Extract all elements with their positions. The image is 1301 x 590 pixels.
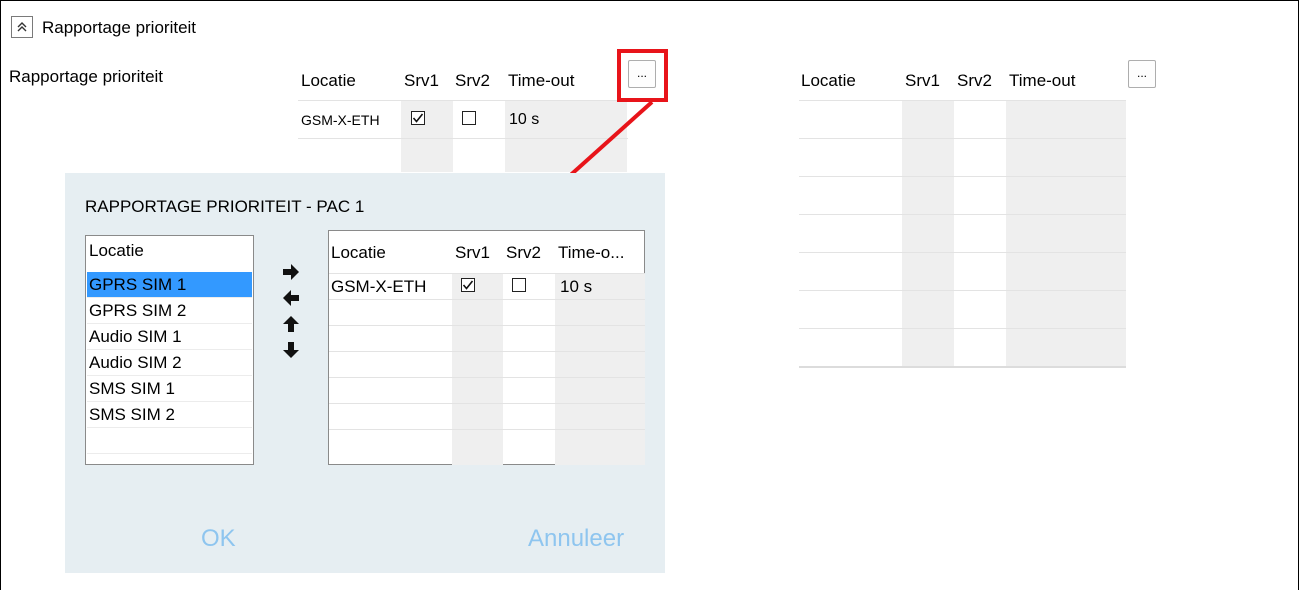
selected-grid-divider [329, 325, 645, 326]
right-table-divider [799, 100, 1126, 101]
selected-srv1-column [452, 273, 503, 465]
selected-row-location: GSM-X-ETH [331, 277, 427, 296]
selected-header-srv1: Srv1 [455, 243, 490, 262]
selected-timeout-column [555, 273, 645, 465]
arrow-up-icon[interactable] [282, 315, 300, 333]
selected-grid[interactable]: Locatie Srv1 Srv2 Time-o... GSM-X-ETH 10… [328, 230, 645, 465]
section-title: Rapportage prioriteit [42, 18, 197, 37]
list-item[interactable]: SMS SIM 2 [87, 402, 252, 428]
selected-grid-divider [329, 351, 645, 352]
selected-grid-divider [329, 403, 645, 404]
left-row-location: GSM-X-ETH [301, 112, 380, 128]
right-header-locatie: Locatie [801, 71, 856, 90]
collapse-section-button[interactable] [11, 16, 33, 38]
right-header-srv2: Srv2 [957, 71, 992, 90]
available-list-header: Locatie [89, 241, 144, 260]
available-list[interactable]: Locatie GPRS SIM 1 GPRS SIM 2 Audio SIM … [85, 235, 254, 465]
right-table-divider [799, 176, 1126, 177]
checkmark-icon [462, 280, 474, 290]
list-item[interactable]: GPRS SIM 1 [87, 272, 252, 298]
list-item[interactable]: SMS SIM 1 [87, 376, 252, 402]
arrow-left-icon[interactable] [282, 289, 300, 307]
left-row-srv2-checkbox[interactable] [462, 111, 476, 125]
right-header-timeout: Time-out [1009, 71, 1076, 90]
selected-grid-divider [329, 273, 645, 274]
priority-dialog: RAPPORTAGE PRIORITEIT - PAC 1 Locatie GP… [65, 173, 665, 573]
left-row-srv1-checkbox[interactable] [411, 111, 425, 125]
list-item[interactable]: Audio SIM 2 [87, 350, 252, 376]
left-header-timeout: Time-out [508, 71, 575, 90]
left-header-srv2: Srv2 [455, 71, 490, 90]
cancel-button[interactable]: Annuleer [528, 525, 624, 553]
selected-header-locatie: Locatie [331, 243, 386, 262]
row-label: Rapportage prioriteit [9, 67, 164, 86]
right-table-divider [799, 328, 1126, 329]
right-table-divider [799, 366, 1126, 368]
dialog-title: RAPPORTAGE PRIORITEIT - PAC 1 [85, 197, 365, 216]
right-table-divider [799, 214, 1126, 215]
selected-header-timeout: Time-o... [558, 243, 625, 262]
right-table-divider [799, 252, 1126, 253]
left-table-srv1-column [401, 100, 453, 172]
list-item-empty [87, 428, 252, 454]
double-chevron-up-icon [17, 22, 27, 32]
right-header-srv1: Srv1 [905, 71, 940, 90]
right-edit-button[interactable]: ... [1128, 60, 1156, 88]
selected-header-srv2: Srv2 [506, 243, 541, 262]
selected-row-srv1-checkbox[interactable] [461, 278, 475, 292]
selected-grid-divider [329, 299, 645, 300]
left-header-locatie: Locatie [301, 71, 356, 90]
arrow-down-icon[interactable] [282, 341, 300, 359]
arrow-right-icon[interactable] [282, 263, 300, 281]
list-item[interactable]: Audio SIM 1 [87, 324, 252, 350]
selected-row-timeout: 10 s [560, 277, 593, 296]
checkmark-icon [412, 113, 424, 123]
left-header-srv1: Srv1 [404, 71, 439, 90]
selected-grid-divider [329, 429, 645, 430]
ok-button[interactable]: OK [201, 525, 236, 553]
highlight-box [617, 49, 668, 102]
selected-row-srv2-checkbox[interactable] [512, 278, 526, 292]
list-item[interactable]: GPRS SIM 2 [87, 298, 252, 324]
right-table-divider [799, 290, 1126, 291]
right-table-divider [799, 138, 1126, 139]
selected-grid-divider [329, 377, 645, 378]
